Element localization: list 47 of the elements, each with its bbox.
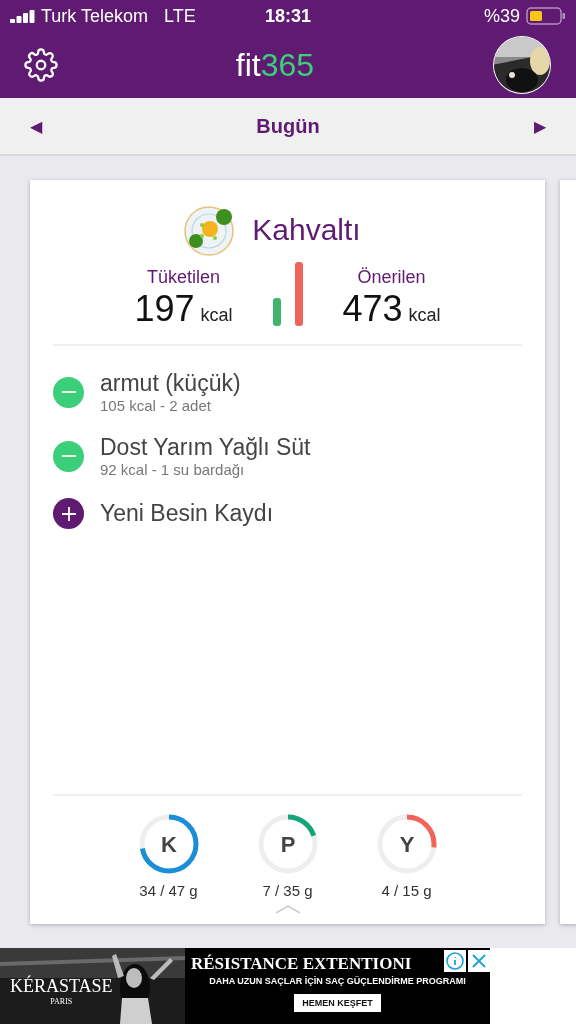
ad-subline: DAHA UZUN SAÇLAR İÇİN SAÇ GÜÇLENDİRME PROGRAMI (209, 976, 466, 986)
recommended-label: Önerilen (357, 267, 426, 288)
add-button[interactable] (53, 498, 84, 529)
food-detail: 92 kcal - 1 su bardağı (100, 461, 246, 478)
battery-icon (526, 7, 566, 25)
minus-icon (61, 455, 76, 457)
next-day-button[interactable]: ▶ (534, 116, 546, 136)
close-icon (471, 953, 487, 969)
food-name: armut (küçük) (100, 370, 241, 397)
ad-cta-button[interactable]: HEMEN KEŞFET (294, 994, 381, 1012)
ad-banner[interactable]: KÉRASTASE PARIS RÉSISTANCE EXTENTIONI DAHA UZUN SAÇLAR İÇİN SAÇ GÜÇLENDİRME PROGRAMI HEMEN KEŞFET (0, 948, 490, 1024)
ad-brand: KÉRASTASE (10, 976, 113, 997)
recommended-bar (294, 262, 303, 326)
breakfast-plate-icon (184, 204, 237, 256)
macro-letter: Y (399, 832, 414, 857)
clock: 18:31 (263, 5, 312, 27)
app-logo: fit365 (235, 46, 315, 84)
macro-letter: P (280, 832, 295, 857)
signal-icon (10, 9, 36, 23)
macro-amount: 4 / 15 g (381, 882, 432, 899)
plus-icon (61, 506, 76, 521)
battery-percent: %39 (483, 5, 520, 27)
carrier-name: Turk Telekom (41, 5, 149, 27)
macro-amount: 7 / 35 g (262, 882, 313, 899)
date-label: Bugün (256, 114, 320, 138)
food-name: Dost Yarım Yağlı Süt (100, 434, 311, 461)
new-entry-label[interactable]: Yeni Besin Kaydı (100, 500, 274, 527)
macro-amount: 34 / 47 g (139, 882, 198, 899)
consumed-label: Tüketilen (146, 267, 220, 288)
macro-letter: K (160, 832, 177, 857)
ad-close-button[interactable] (468, 950, 490, 972)
remove-button[interactable] (53, 440, 84, 472)
previous-day-button[interactable]: ◀ (30, 116, 42, 136)
meal-title: Kahvaltı (252, 213, 361, 247)
consumed-value: 197 kcal (134, 288, 233, 330)
recommended-value: 473 kcal (342, 288, 441, 330)
ad-info-button[interactable] (444, 950, 466, 972)
chevron-up-icon[interactable] (274, 905, 301, 914)
ad-headline: RÉSISTANCE EXTENTIONI (191, 954, 412, 974)
settings-icon[interactable] (24, 48, 58, 82)
food-detail: 105 kcal - 2 adet (100, 397, 212, 414)
consumed-bar (272, 298, 281, 326)
info-icon (446, 952, 464, 970)
remove-button[interactable] (53, 376, 84, 408)
minus-icon (61, 391, 76, 393)
ad-brand-subtitle: PARIS (50, 997, 73, 1006)
network-type: LTE (164, 5, 196, 27)
